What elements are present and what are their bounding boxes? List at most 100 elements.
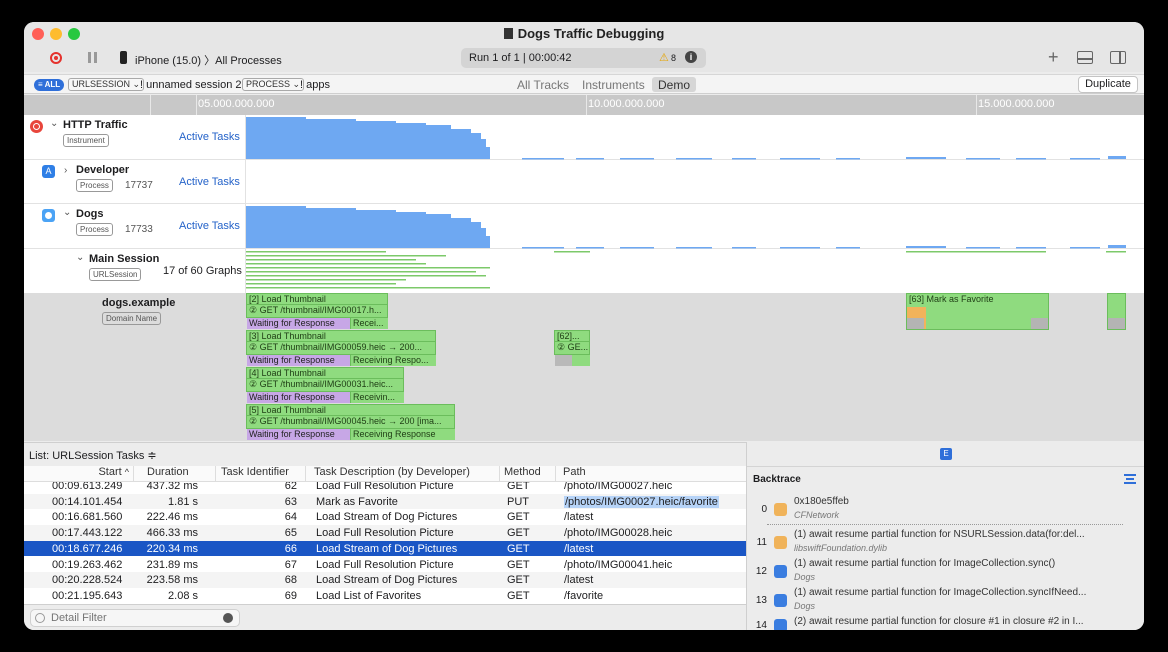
backtrace-frame[interactable]: 11 (1) await resume partial function for… <box>747 527 1144 555</box>
table-header: Start ^ Duration Task Identifier Task De… <box>24 466 746 482</box>
domain-track[interactable]: dogs.example Domain Name [2] Load Thumbn… <box>24 293 1144 441</box>
table-row[interactable]: 00:21.195.643 2.08 s 69 Load List of Favori… <box>24 588 746 604</box>
track-type-tag[interactable]: Instrument <box>63 134 109 147</box>
backtrace-header: Backtrace <box>753 474 801 485</box>
process-filter-chip[interactable]: PROCESS ⌄ <box>242 78 305 91</box>
track-type-tag[interactable]: URLSession <box>89 268 142 281</box>
waiting-phase: Waiting for Response <box>247 355 350 366</box>
filter-icon: ≡ <box>38 80 45 89</box>
urlsession-filter-chip[interactable]: URLSESSION ⌄ <box>68 78 145 91</box>
task-block[interactable]: [5] Load Thumbnail ② GET /thumbnail/IMG0… <box>246 404 455 441</box>
filter-bar: ≡ ALL URLSESSION ⌄ ! unnamed session 2 P… <box>24 74 1144 94</box>
tab-demo[interactable]: Demo <box>652 77 697 92</box>
clock-icon[interactable] <box>223 613 233 623</box>
task-title: [63] Mark as Favorite <box>906 293 1049 330</box>
receiving-phase <box>572 355 590 366</box>
track-label-developer: A › Developer Process 17737 Active Tasks <box>24 160 246 203</box>
task-request: ② GET /thumbnail/IMG00045.heic → 200 [im… <box>246 416 455 429</box>
track-graph-selector[interactable]: Active Tasks <box>179 131 240 143</box>
task-request: ② GET /thumbnail/IMG00031.heic... <box>246 379 404 392</box>
column-duration[interactable]: Duration <box>134 466 216 482</box>
track-graph-selector[interactable]: Active Tasks <box>179 220 240 232</box>
column-task-identifier[interactable]: Task Identifier <box>216 466 306 482</box>
timeline-ruler[interactable]: 05.000.000.000 10.000.000.000 15.000.000… <box>24 95 1144 115</box>
disclosure-chevron-icon[interactable]: ⌄ <box>63 207 71 218</box>
waiting-phase: Waiting for Response <box>247 318 350 329</box>
target-label: All Processes <box>215 55 282 67</box>
record-button[interactable] <box>50 52 62 64</box>
warning-icon[interactable]: ⚠ <box>659 51 669 64</box>
column-path[interactable]: Path <box>556 466 746 482</box>
ruler-label-15s: 15.000.000.000 <box>978 98 1055 110</box>
track-name: Developer <box>76 164 130 176</box>
collapse-backtrace-icon[interactable] <box>1124 474 1136 484</box>
table-row[interactable]: 00:19.263.462 231.89 ms 67 Load Full Resolu… <box>24 557 746 573</box>
tab-instruments[interactable]: Instruments <box>582 78 645 92</box>
table-row[interactable]: 00:17.443.122 466.33 ms 65 Load Full Resolu… <box>24 525 746 541</box>
title-bar: Dogs Traffic Debugging <box>24 22 1144 44</box>
user-code-icon <box>774 619 787 630</box>
track-type-tag[interactable]: Process <box>76 179 113 192</box>
table-row-selected[interactable]: 00:18.677.246 220.34 ms 66 Load Stream of D… <box>24 540 746 557</box>
filter-icon <box>35 613 45 623</box>
pause-button[interactable] <box>88 52 97 63</box>
user-code-icon <box>774 594 787 607</box>
table-row[interactable]: 00:16.681.560 222.46 ms 64 Load Stream of D… <box>24 509 746 525</box>
filter-all-chip[interactable]: ≡ ALL <box>34 79 65 91</box>
track-graph-selector[interactable]: 17 of 60 Graphs <box>163 265 242 277</box>
task-block[interactable]: [3] Load Thumbnail ② GET /thumbnail/IMG0… <box>246 330 436 367</box>
column-start[interactable]: Start ^ <box>24 466 134 482</box>
backtrace-frame[interactable]: 14 (2) await resume partial function for… <box>747 614 1144 630</box>
track-developer[interactable]: A › Developer Process 17737 Active Tasks <box>24 160 1144 204</box>
task-title: [62]... <box>554 330 590 342</box>
column-task-description[interactable]: Task Description (by Developer) <box>306 466 500 482</box>
task-block[interactable]: [63] Mark as Favorite <box>906 293 1049 330</box>
extended-detail-icon[interactable]: E <box>940 448 952 460</box>
duplicate-button[interactable]: Duplicate <box>1078 76 1138 93</box>
target-selector[interactable]: iPhone (15.0) 〉All Processes <box>135 52 282 68</box>
task-block[interactable]: [2] Load Thumbnail ② GET /thumbnail/IMG0… <box>246 293 388 330</box>
track-dogs[interactable]: ⌄ Dogs Process 17733 Active Tasks <box>24 204 1144 249</box>
track-graph-selector[interactable]: Active Tasks <box>179 176 240 188</box>
info-icon[interactable]: i <box>685 51 697 63</box>
backtrace-frame[interactable]: 0 0x180e5ffeb CFNetwork <box>747 494 1144 522</box>
pause-icon <box>88 52 91 63</box>
add-instrument-button[interactable]: + <box>1048 47 1059 68</box>
table-row[interactable]: 00:09.613.249 437.32 ms 62 Load Full Resolu… <box>24 482 746 494</box>
run-status: Run 1 of 1 | 00:00:42 <box>469 52 572 64</box>
detail-filter-field[interactable] <box>30 609 240 627</box>
track-label-dogs: ⌄ Dogs Process 17733 Active Tasks <box>24 204 246 248</box>
receiving-phase: Recei... <box>350 318 388 329</box>
task-title: [2] Load Thumbnail <box>246 293 388 305</box>
column-method[interactable]: Method <box>500 466 556 482</box>
list-mode-selector[interactable]: List: URLSession Tasks ≑ <box>29 449 157 462</box>
tab-all-tracks[interactable]: All Tracks <box>517 78 569 92</box>
bottom-panel-toggle-button[interactable] <box>1077 51 1093 64</box>
domain-name: dogs.example <box>102 297 176 309</box>
right-panel-toggle-button[interactable] <box>1110 51 1126 64</box>
warning-count: 8 <box>671 53 677 63</box>
domain-type-tag[interactable]: Domain Name <box>102 312 162 325</box>
task-block[interactable] <box>1107 293 1126 330</box>
track-main-session[interactable]: ⌄ Main Session URLSession 17 of 60 Graph… <box>24 249 1144 293</box>
disclosure-chevron-icon[interactable]: › <box>64 165 67 176</box>
table-row[interactable]: 00:20.228.524 223.58 ms 68 Load Stream of D… <box>24 572 746 588</box>
table-row[interactable]: 00:14.101.454 1.81 s 63 Mark as Favorite PUT… <box>24 493 746 510</box>
backtrace-frame[interactable]: 12 (1) await resume partial function for… <box>747 556 1144 584</box>
response-phase <box>1031 318 1048 329</box>
process-filter-value[interactable]: ! apps <box>300 79 330 91</box>
track-http-traffic[interactable]: ⌄ HTTP Traffic Instrument Active Tasks <box>24 115 1144 160</box>
receiving-phase: Receiving Response <box>350 429 455 440</box>
http-traffic-icon <box>30 120 43 133</box>
library-icon <box>774 503 787 516</box>
task-block[interactable]: [4] Load Thumbnail ② GET /thumbnail/IMG0… <box>246 367 404 404</box>
disclosure-chevron-icon[interactable]: ⌄ <box>50 118 58 129</box>
backtrace-frame[interactable]: 13 (1) await resume partial function for… <box>747 585 1144 613</box>
detail-filter-input[interactable] <box>51 611 211 625</box>
track-type-tag[interactable]: Process <box>76 223 113 236</box>
library-icon <box>774 536 787 549</box>
task-block[interactable]: [62]... ② GE... <box>554 330 590 367</box>
domain-label: dogs.example Domain Name <box>24 293 246 441</box>
disclosure-chevron-icon[interactable]: ⌄ <box>76 252 84 263</box>
urlsession-filter-value[interactable]: ! unnamed session 2 <box>140 79 242 91</box>
